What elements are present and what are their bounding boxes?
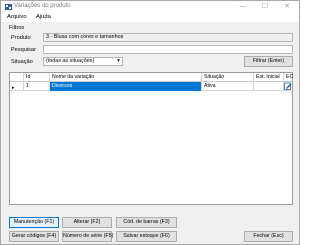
header-estoque-inicial[interactable]: Est. Inicial bbox=[254, 73, 284, 82]
alterar-button[interactable]: Alterar (F2) bbox=[62, 217, 112, 228]
menu-ajuda[interactable]: Ajuda bbox=[36, 14, 51, 20]
minimize-button[interactable]: — bbox=[233, 2, 253, 12]
situacao-select[interactable]: (todas as situações) ▼ bbox=[43, 57, 123, 66]
app-icon bbox=[5, 4, 12, 10]
table-header: Id Nome da variação Situação Est. Inicia… bbox=[10, 73, 293, 82]
cell-situacao[interactable]: Ativa bbox=[202, 82, 254, 91]
row-indicator-cell: ▸ bbox=[10, 82, 24, 91]
variations-table: Id Nome da variação Situação Est. Inicia… bbox=[9, 72, 293, 205]
window-title: Variações do produto bbox=[14, 3, 71, 9]
situacao-label: Situação bbox=[11, 59, 33, 65]
cell-id[interactable]: 1 bbox=[24, 82, 50, 91]
numero-serie-button[interactable]: Número de série (F5) bbox=[62, 231, 113, 242]
header-indicator bbox=[10, 73, 24, 82]
maximize-button[interactable]: ☐ bbox=[255, 2, 275, 12]
manutencao-button[interactable]: Manutenção (F1) bbox=[9, 217, 59, 228]
filters-group-label: Filtros bbox=[9, 25, 25, 31]
cell-nome[interactable]: Diversos bbox=[50, 82, 202, 91]
close-window-button[interactable]: ✕ bbox=[277, 2, 297, 12]
pesquisar-input[interactable] bbox=[43, 45, 293, 54]
window: Variações do produto — ☐ ✕ Arquivo Ajuda… bbox=[0, 0, 300, 245]
header-nome[interactable]: Nome da variação bbox=[50, 73, 202, 82]
header-ec[interactable]: EC bbox=[284, 73, 293, 82]
codigo-barras-button[interactable]: Cód. de barras (F3) bbox=[116, 217, 177, 228]
situacao-selected-value: (todas as situações) bbox=[46, 58, 95, 64]
header-situacao[interactable]: Situação bbox=[202, 73, 254, 82]
cell-estoque-inicial[interactable] bbox=[254, 82, 284, 91]
title-bar: Variações do produto — ☐ ✕ bbox=[1, 1, 299, 13]
row-pointer-icon: ▸ bbox=[12, 85, 15, 91]
cell-ec[interactable] bbox=[284, 82, 292, 91]
salvar-estoque-button[interactable]: Salvar estoque (F6) bbox=[116, 231, 177, 242]
header-id[interactable]: Id bbox=[24, 73, 50, 82]
produto-label: Produto bbox=[11, 35, 31, 41]
fechar-button[interactable]: Fechar (Esc) bbox=[244, 231, 293, 242]
gerar-codigos-button[interactable]: Gerar códigos (F4) bbox=[9, 231, 59, 242]
menu-bar: Arquivo Ajuda bbox=[1, 13, 299, 22]
produto-field[interactable]: 3 - Blusa com cores e tamanhos bbox=[43, 33, 293, 42]
pesquisar-label: Pesquisar bbox=[11, 47, 36, 53]
edit-icon[interactable] bbox=[284, 82, 292, 90]
menu-arquivo[interactable]: Arquivo bbox=[7, 14, 27, 20]
chevron-down-icon: ▼ bbox=[116, 58, 121, 64]
filter-button[interactable]: Filtrar (Enter) bbox=[244, 56, 293, 67]
table-row[interactable]: ▸ 1 Diversos Ativa bbox=[10, 82, 292, 91]
